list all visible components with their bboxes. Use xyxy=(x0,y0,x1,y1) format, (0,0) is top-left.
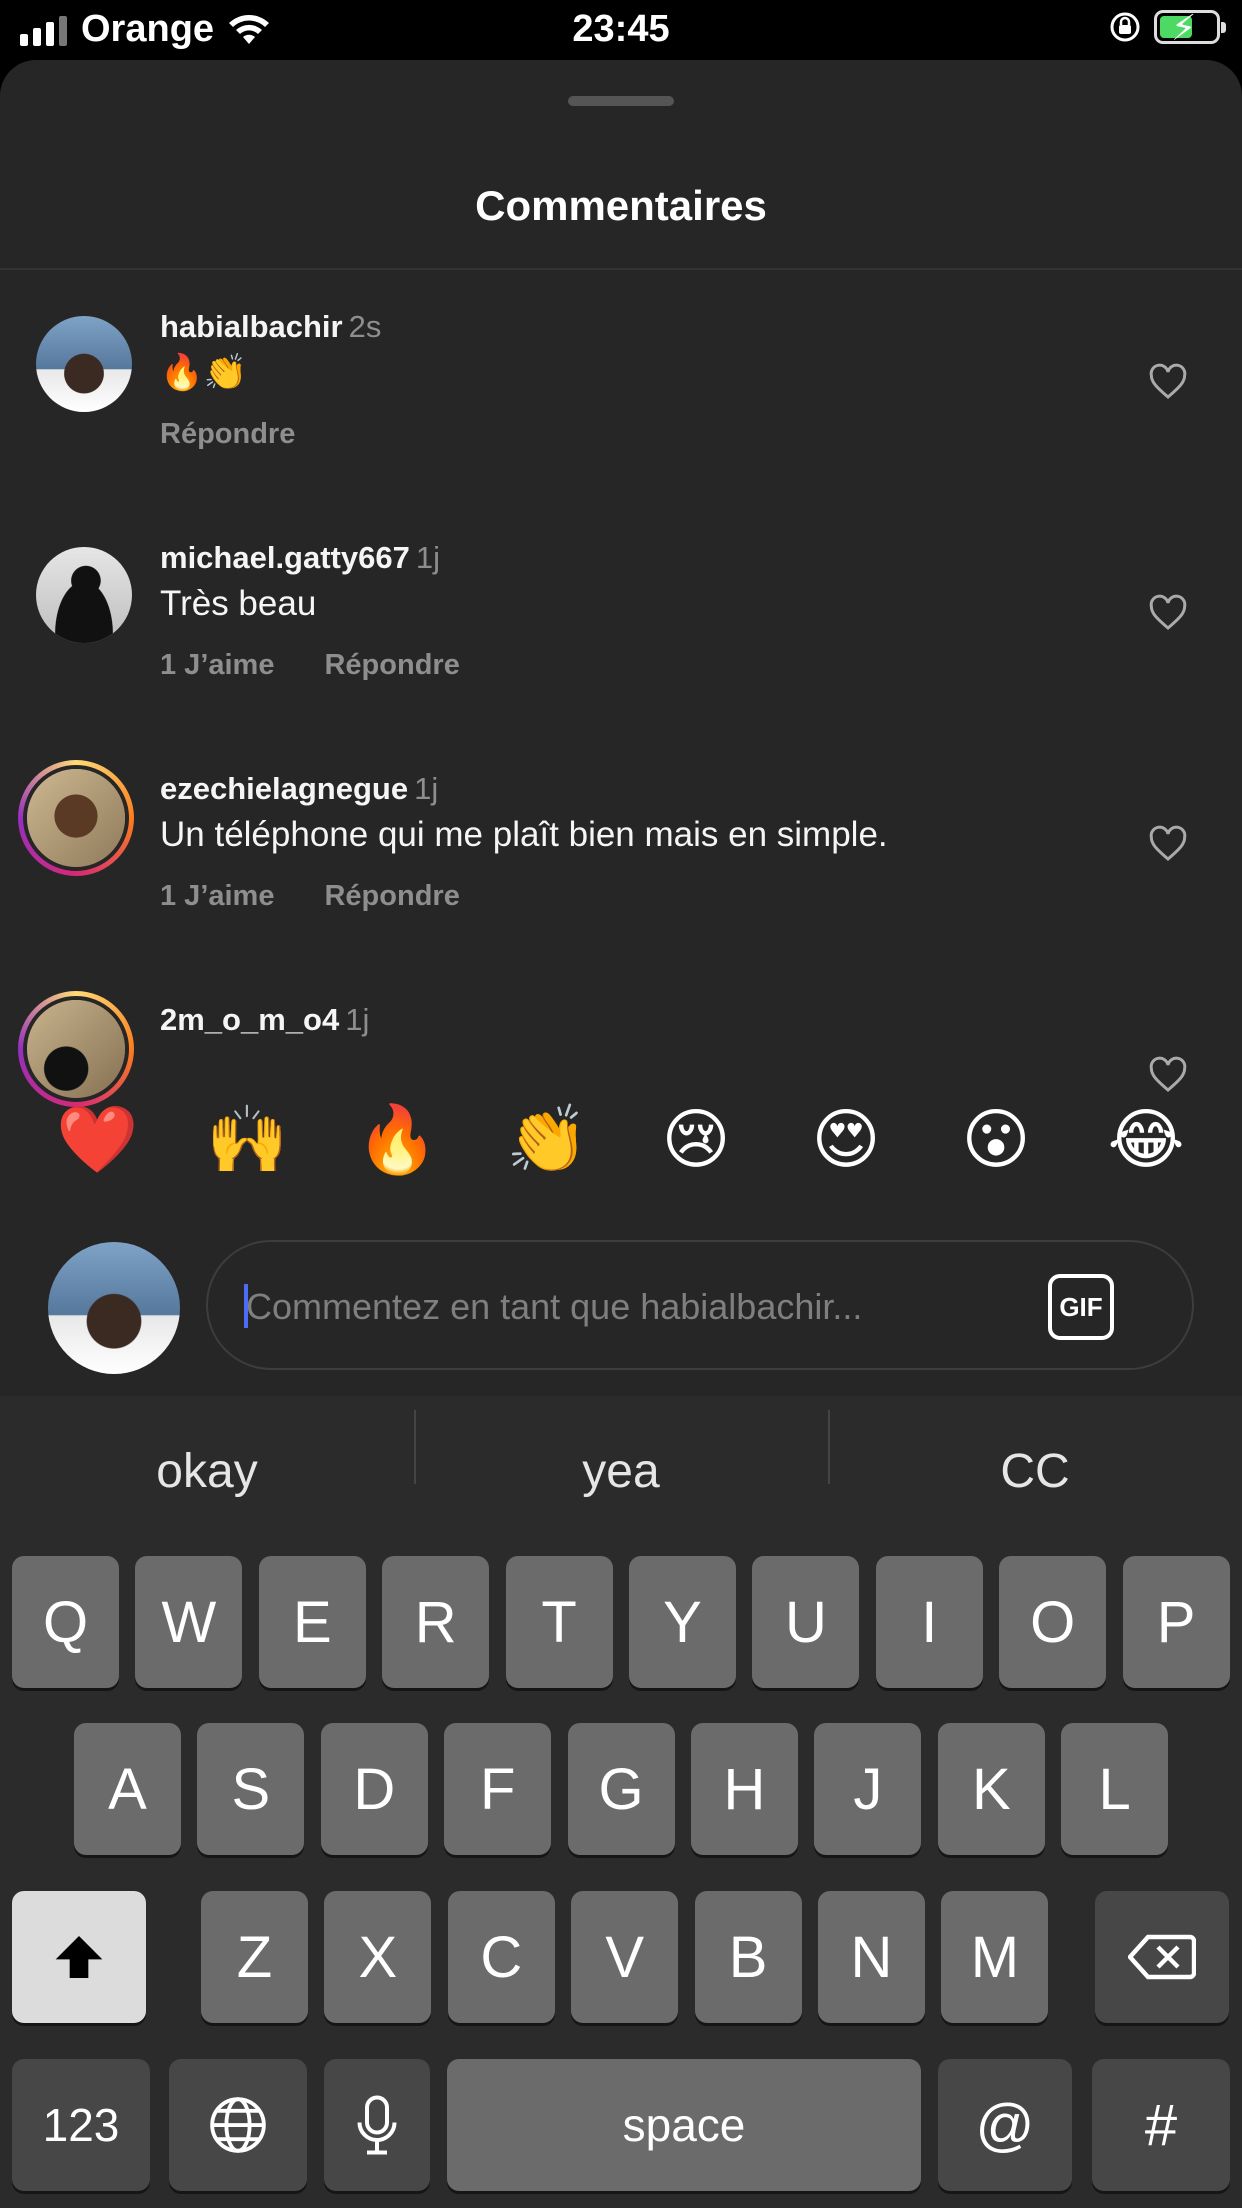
drag-handle[interactable] xyxy=(568,96,674,106)
comment-item: habialbachir 2s 🔥👏 Répondre xyxy=(0,270,1242,501)
comment-text: 🔥👏 xyxy=(160,353,248,392)
emoji-raised-hands[interactable]: 🙌 xyxy=(206,1106,288,1172)
suggestion[interactable]: CC xyxy=(828,1409,1242,1499)
backspace-icon xyxy=(1128,1934,1196,1980)
hash-key[interactable]: # xyxy=(1092,2059,1230,2191)
comment-time: 1j xyxy=(345,1002,370,1037)
comments-sheet: Commentaires habialbachir 2s 🔥👏 Répondre … xyxy=(0,60,1242,1396)
at-key[interactable]: @ xyxy=(938,2059,1072,2191)
sheet-title: Commentaires xyxy=(475,182,767,229)
comment-text: Très beau xyxy=(160,584,317,623)
key-e[interactable]: E xyxy=(258,1556,366,1688)
predictive-bar: okay yea CC xyxy=(0,1396,1242,1546)
key-c[interactable]: C xyxy=(447,1891,555,2023)
key-l[interactable]: L xyxy=(1061,1723,1169,1855)
globe-icon xyxy=(210,2097,266,2153)
reply-button[interactable]: Répondre xyxy=(160,418,295,451)
comment-username[interactable]: 2m_o_m_o4 xyxy=(160,1002,339,1037)
reply-button[interactable]: Répondre xyxy=(324,649,459,682)
heart-icon[interactable] xyxy=(1148,362,1188,402)
comment-time: 1j xyxy=(414,771,439,806)
key-d[interactable]: D xyxy=(320,1723,428,1855)
key-y[interactable]: Y xyxy=(629,1556,736,1688)
key-f[interactable]: F xyxy=(444,1723,552,1855)
key-h[interactable]: H xyxy=(691,1723,798,1855)
gif-button[interactable]: GIF xyxy=(1048,1274,1114,1340)
comment-time: 2s xyxy=(348,309,382,344)
numbers-key[interactable]: 123 xyxy=(12,2059,150,2191)
key-m[interactable]: M xyxy=(941,1891,1049,2023)
reply-button[interactable]: Répondre xyxy=(324,880,459,913)
key-q[interactable]: Q xyxy=(12,1556,119,1688)
emoji-heart-eyes[interactable]: 😍 xyxy=(806,1106,886,1172)
emoji-fire[interactable]: 🔥 xyxy=(356,1106,438,1172)
avatar[interactable] xyxy=(36,316,132,412)
likes-count[interactable]: 1 J’aime xyxy=(160,880,274,913)
key-k[interactable]: K xyxy=(937,1723,1045,1855)
status-bar: Orange 23:45 ⚡ xyxy=(0,0,1242,60)
suggestion[interactable]: yea xyxy=(414,1409,828,1499)
key-u[interactable]: U xyxy=(752,1556,860,1688)
likes-count[interactable]: 1 J’aime xyxy=(160,649,274,682)
shift-icon xyxy=(55,1936,103,1978)
key-s[interactable]: S xyxy=(197,1723,305,1855)
status-right: ⚡ xyxy=(1108,7,1226,48)
key-j[interactable]: J xyxy=(814,1723,922,1855)
key-o[interactable]: O xyxy=(999,1556,1107,1688)
globe-key[interactable] xyxy=(169,2059,307,2191)
key-x[interactable]: X xyxy=(324,1891,432,2023)
comment-item: michael.gatty667 1j Très beau 1 J’aime Ré… xyxy=(0,501,1242,732)
comment-username[interactable]: michael.gatty667 xyxy=(160,540,410,575)
emoji-heart[interactable]: ❤️ xyxy=(56,1106,138,1172)
key-w[interactable]: W xyxy=(135,1556,243,1688)
emoji-reaction-bar: ❤️ 🙌 🔥 👏 😢 😍 😮 😂 xyxy=(0,1064,1242,1214)
key-a[interactable]: A xyxy=(74,1723,181,1855)
comment-time: 1j xyxy=(415,540,440,575)
key-r[interactable]: R xyxy=(382,1556,490,1688)
key-v[interactable]: V xyxy=(571,1891,679,2023)
avatar xyxy=(48,1242,180,1374)
charging-bolt-icon: ⚡ xyxy=(1171,7,1197,48)
space-key[interactable]: space xyxy=(447,2059,921,2191)
emoji-laughing[interactable]: 😂 xyxy=(1106,1106,1186,1172)
emoji-clap[interactable]: 👏 xyxy=(506,1106,588,1172)
key-z[interactable]: Z xyxy=(201,1891,308,2023)
shift-key[interactable] xyxy=(12,1891,146,2023)
heart-icon[interactable] xyxy=(1148,824,1188,864)
comment-composer: Commentez en tant que habialbachir... GI… xyxy=(0,1214,1242,1396)
comment-username[interactable]: ezechielagnegue xyxy=(160,771,408,806)
clock: 23:45 xyxy=(572,8,670,50)
heart-icon[interactable] xyxy=(1148,593,1188,633)
dictation-key[interactable] xyxy=(324,2059,430,2191)
emoji-surprised[interactable]: 😮 xyxy=(956,1106,1036,1172)
suggestion[interactable]: okay xyxy=(0,1444,414,1499)
comment-list[interactable]: habialbachir 2s 🔥👏 Répondre michael.gatty… xyxy=(0,270,1242,1124)
orientation-lock-icon xyxy=(1110,12,1140,42)
comment-input-placeholder: Commentez en tant que habialbachir... xyxy=(246,1286,863,1327)
key-n[interactable]: N xyxy=(818,1891,925,2023)
emoji-crying[interactable]: 😢 xyxy=(656,1106,736,1172)
key-p[interactable]: P xyxy=(1122,1556,1230,1688)
avatar[interactable] xyxy=(36,547,132,643)
battery-icon: ⚡ xyxy=(1154,7,1226,48)
keyboard: okay yea CC QWERTYUIOP ASDFGHJKL ZXCVBNM 1… xyxy=(0,1396,1242,2208)
comment-input[interactable]: Commentez en tant que habialbachir... GI… xyxy=(206,1240,1194,1370)
comment-username[interactable]: habialbachir xyxy=(160,309,343,344)
comment-text: Un téléphone qui me plaît bien mais en s… xyxy=(160,815,888,854)
delete-key[interactable] xyxy=(1095,1891,1229,2023)
avatar-story-ring[interactable] xyxy=(18,760,134,876)
key-t[interactable]: T xyxy=(505,1556,613,1688)
key-i[interactable]: I xyxy=(875,1556,983,1688)
microphone-icon xyxy=(357,2095,397,2155)
comment-item: ezechielagnegue 1j Un téléphone qui me pl… xyxy=(0,732,1242,963)
key-b[interactable]: B xyxy=(694,1891,802,2023)
key-g[interactable]: G xyxy=(567,1723,675,1855)
